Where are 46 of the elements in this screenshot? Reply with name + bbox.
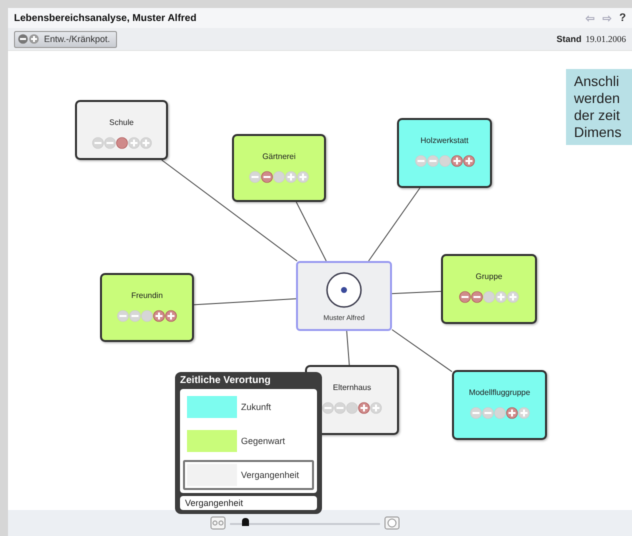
plus-icon[interactable]	[506, 407, 518, 419]
minus-icon[interactable]	[261, 171, 273, 183]
minus-icon[interactable]	[471, 291, 483, 303]
plus-icon[interactable]	[450, 155, 462, 167]
node-label: Gärtnerei	[262, 152, 296, 161]
connector-line	[392, 290, 442, 294]
neutral-dot-icon[interactable]	[116, 137, 128, 149]
legend-label: Gegenwart	[241, 436, 286, 446]
plus-icon[interactable]	[462, 155, 474, 167]
node-label: Freundin	[131, 291, 163, 300]
node-label: Schule	[109, 118, 134, 127]
plus-icon[interactable]	[358, 402, 370, 414]
area-node[interactable]: Modellfluggruppe	[452, 370, 547, 440]
area-node[interactable]: Gruppe	[441, 254, 537, 324]
node-label: Gruppe	[476, 272, 502, 281]
callout-text: Anschli	[574, 73, 620, 90]
legend-item[interactable]: Vergangenheit	[183, 460, 314, 490]
selection-field[interactable]: Vergangenheit	[180, 496, 317, 510]
slider-thumb[interactable]	[242, 518, 249, 526]
window-title: Lebensbereichsanalyse, Muster Alfred	[14, 12, 196, 24]
legend-label: Vergangenheit	[241, 470, 300, 480]
stand-date: 19.01.2006	[586, 34, 626, 44]
node-label: Elternhaus	[332, 383, 372, 392]
callout-text: Dimens	[574, 124, 622, 141]
plus-icon[interactable]	[153, 310, 165, 322]
area-node[interactable]: Gärtnerei	[232, 134, 326, 202]
area-node[interactable]: Holzwerkstatt	[397, 118, 492, 188]
plus-icon[interactable]	[165, 310, 177, 322]
area-node[interactable]: Freundin	[100, 273, 194, 342]
legend-label: Zukunft	[241, 402, 272, 412]
zoom-in-icon[interactable]	[384, 516, 400, 530]
callout-text: werden	[574, 90, 621, 107]
connector-line	[392, 329, 452, 372]
legend-title: Zeitliche Verortung	[180, 375, 272, 386]
stand-label: Stand	[556, 34, 582, 44]
area-node[interactable]: Schule	[75, 100, 168, 160]
node-label: Holzwerkstatt	[420, 136, 468, 145]
minus-icon[interactable]	[459, 291, 471, 303]
connector-line	[346, 330, 350, 366]
node-label: Modellfluggruppe	[468, 388, 530, 397]
toggle-button[interactable]: Entw.-/Kränkpot.	[14, 30, 118, 48]
callout-text: der zeit	[574, 107, 621, 124]
zoom-out-icon[interactable]	[210, 516, 226, 530]
target-icon	[325, 271, 363, 309]
help-button[interactable]: ?	[619, 12, 626, 24]
minus-plus-icon	[18, 34, 40, 44]
